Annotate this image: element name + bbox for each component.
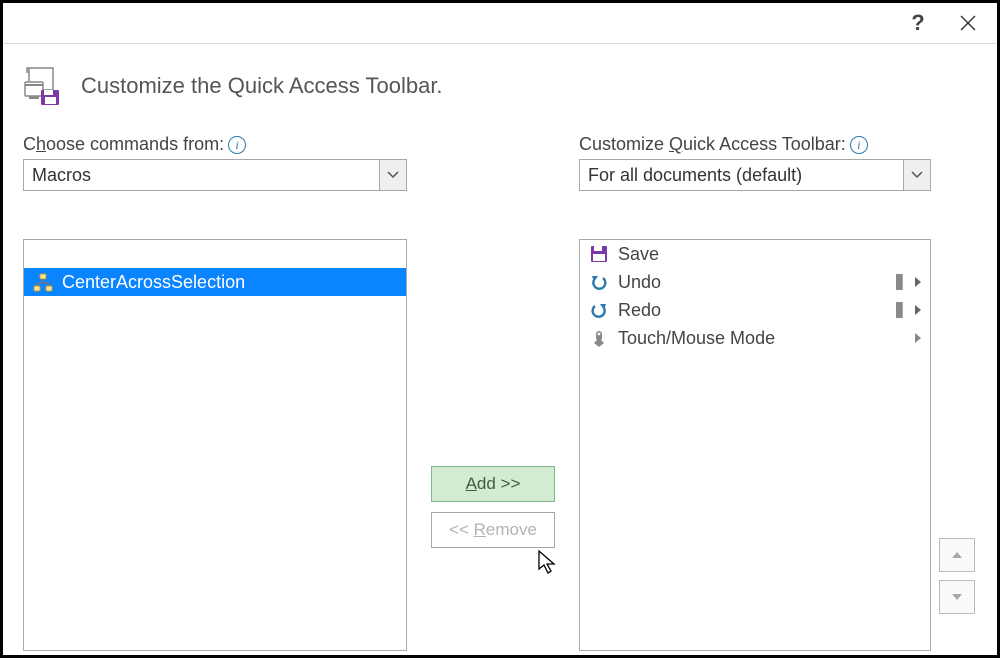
list-item-label: CenterAcrossSelection: [62, 272, 406, 293]
move-down-button[interactable]: [939, 580, 975, 614]
right-column: Customize Quick Access Toolbar: i For al…: [579, 134, 931, 651]
chevron-down-icon[interactable]: [903, 160, 930, 190]
help-icon: ?: [911, 10, 924, 36]
list-item-label: Undo: [618, 272, 896, 293]
list-item[interactable]: Save: [580, 240, 930, 268]
qat-commands-list[interactable]: Save Undo Redo Touch/Mouse Mode: [579, 239, 931, 651]
available-commands-list[interactable]: CenterAcrossSelection: [23, 239, 407, 651]
info-icon[interactable]: i: [228, 136, 246, 154]
redo-icon: [580, 300, 618, 320]
chevron-down-icon[interactable]: [379, 160, 406, 190]
triangle-up-icon: [951, 551, 963, 559]
header-title: Customize the Quick Access Toolbar.: [81, 73, 443, 99]
columns: Choose commands from: i Macros CenterAcr…: [23, 134, 977, 651]
list-item[interactable]: Redo: [580, 296, 930, 324]
triangle-down-icon: [951, 593, 963, 601]
options-dialog: ? Customize the Quick Access Toolbar.: [0, 0, 1000, 658]
middle-column: Add >> << Remove: [427, 134, 559, 548]
left-column: Choose commands from: i Macros CenterAcr…: [23, 134, 407, 651]
help-button[interactable]: ?: [893, 5, 943, 41]
combo-text: Macros: [24, 165, 379, 186]
touch-icon: [580, 328, 618, 348]
chevron-right-icon[interactable]: [906, 332, 930, 344]
close-button[interactable]: [943, 5, 993, 41]
list-item[interactable]: Touch/Mouse Mode: [580, 324, 930, 352]
customize-qat-label: Customize Quick Access Toolbar: i: [579, 134, 931, 155]
save-icon: [580, 244, 618, 264]
commands-source-combo[interactable]: Macros: [23, 159, 407, 191]
move-up-button[interactable]: [939, 538, 975, 572]
qat-scope-combo[interactable]: For all documents (default): [579, 159, 931, 191]
split-separator: [896, 274, 903, 290]
list-item-label: Save: [618, 244, 930, 265]
qat-customize-icon: [23, 66, 63, 106]
close-icon: [959, 14, 977, 32]
list-item-label: Redo: [618, 300, 896, 321]
chevron-right-icon[interactable]: [906, 276, 930, 288]
list-item-label: Touch/Mouse Mode: [618, 328, 906, 349]
remove-button[interactable]: << Remove: [431, 512, 555, 548]
macro-icon: [24, 272, 62, 292]
list-item[interactable]: CenterAcrossSelection: [24, 268, 406, 296]
split-separator: [896, 302, 903, 318]
content: Customize the Quick Access Toolbar. Choo…: [3, 44, 997, 661]
header: Customize the Quick Access Toolbar.: [23, 66, 977, 106]
choose-commands-label: Choose commands from: i: [23, 134, 407, 155]
undo-icon: [580, 272, 618, 292]
add-button[interactable]: Add >>: [431, 466, 555, 502]
chevron-right-icon[interactable]: [906, 304, 930, 316]
reorder-buttons: [939, 538, 975, 614]
info-icon[interactable]: i: [850, 136, 868, 154]
list-item[interactable]: Undo: [580, 268, 930, 296]
titlebar: ?: [3, 3, 997, 44]
list-item[interactable]: [24, 240, 406, 268]
combo-text: For all documents (default): [580, 165, 903, 186]
